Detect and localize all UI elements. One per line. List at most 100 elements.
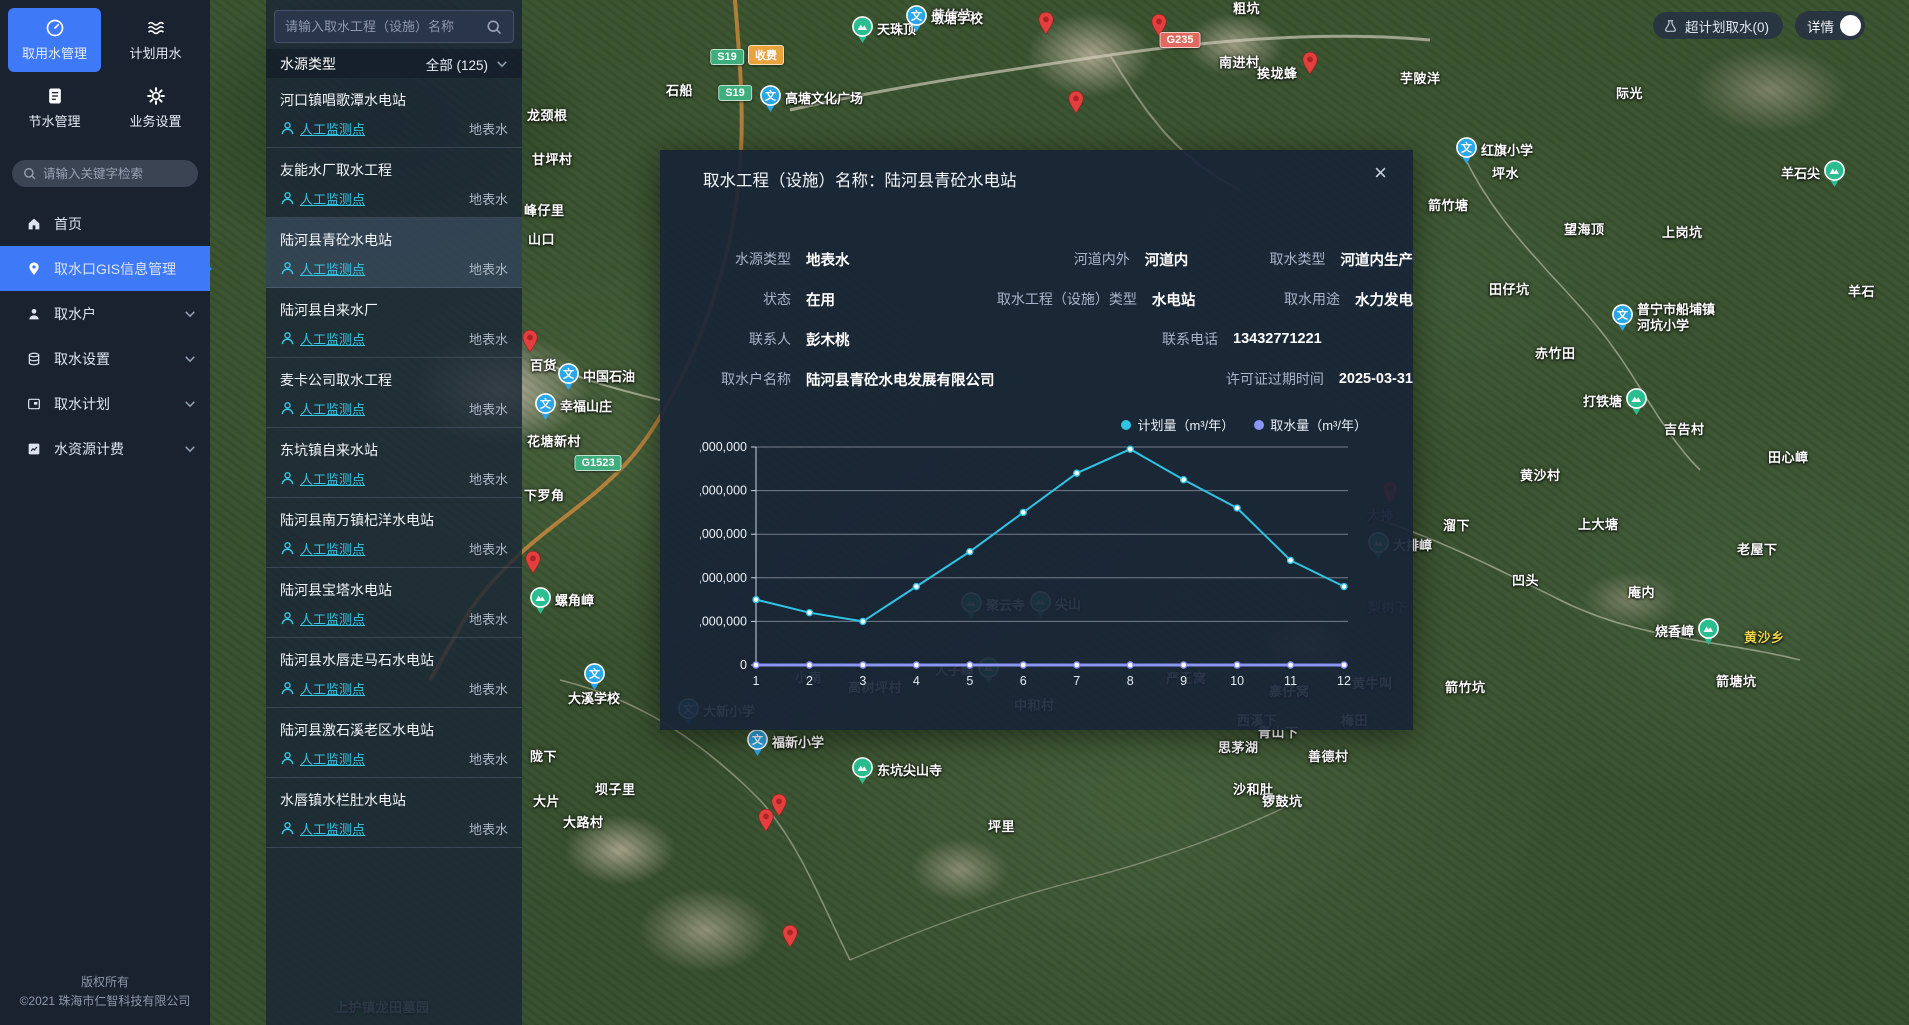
map-place-label: 田仔坑	[1489, 282, 1530, 298]
detail-toggle[interactable]: 详情	[1795, 11, 1865, 40]
map-poi-school[interactable]: 文中国石油	[557, 363, 635, 391]
monitor-type-link[interactable]: 人工监测点	[300, 469, 365, 488]
svg-text:4,000,000: 4,000,000	[700, 484, 747, 498]
over-plan-intake-button[interactable]: 超计划取水(0)	[1653, 12, 1783, 39]
map-pin-station[interactable]	[521, 329, 539, 358]
station-list-item[interactable]: 东坑镇自来水站人工监测点地表水	[266, 428, 522, 498]
module-meter[interactable]: 取用水管理	[8, 8, 101, 72]
svg-text:文: 文	[765, 89, 777, 103]
map-place-label: 田心嶂	[1768, 450, 1809, 466]
station-list-item[interactable]: 麦卡公司取水工程人工监测点地表水	[266, 358, 522, 428]
station-list-item[interactable]: 水唇镇水栏肚水电站人工监测点地表水	[266, 778, 522, 848]
search-icon[interactable]	[485, 18, 503, 36]
map-poi-school[interactable]: 文墩塘学校	[905, 5, 983, 33]
module-waves[interactable]: 计划用水	[109, 8, 202, 72]
module-notebook[interactable]: 节水管理	[8, 76, 101, 140]
map-pin-station[interactable]	[524, 550, 542, 579]
field-value: 在用	[806, 289, 835, 310]
sidebar-item[interactable]: 取水设置	[0, 336, 210, 381]
flask-icon	[1663, 18, 1678, 34]
person-icon	[280, 611, 295, 626]
source-type-filter[interactable]: 水源类型 全部 (125)	[266, 49, 522, 78]
monitor-type-link[interactable]: 人工监测点	[300, 819, 365, 838]
poi-label: 打铁塘	[1583, 394, 1622, 410]
map-poi-nature[interactable]: 打铁塘	[1583, 388, 1648, 416]
copyright-footer: 版权所有 ©2021 珠海市仁智科技有限公司	[0, 963, 210, 1025]
map-place-label: 甘坪村	[532, 152, 573, 168]
map-poi-school[interactable]: 文高塘文化广场	[759, 85, 863, 113]
module-gear[interactable]: 业务设置	[109, 76, 202, 140]
chevron-down-icon[interactable]	[184, 400, 196, 408]
station-name: 陆河县激石溪老区水电站	[280, 720, 508, 740]
monitor-type-link[interactable]: 人工监测点	[300, 329, 365, 348]
map-poi-nature[interactable]: 羊石尖	[1781, 160, 1846, 188]
map-pin-station[interactable]	[1067, 90, 1085, 119]
map-poi-nature[interactable]: 螺角嶂	[529, 587, 594, 615]
map-poi-school[interactable]: 文福新小学	[746, 729, 824, 757]
map-pin-station[interactable]	[757, 808, 775, 837]
billing-icon	[26, 441, 42, 457]
station-list-item[interactable]: 陆河县宝塔水电站人工监测点地表水	[266, 568, 522, 638]
map-pin-station[interactable]	[1301, 51, 1319, 80]
sidebar: 取用水管理计划用水节水管理业务设置 首页取水口GIS信息管理取水户取水设置取水计…	[0, 0, 210, 1025]
station-search-box[interactable]	[274, 10, 514, 43]
school-pin-icon: 文	[746, 729, 769, 757]
monitor-type-link[interactable]: 人工监测点	[300, 749, 365, 768]
chevron-down-icon[interactable]	[496, 60, 508, 68]
chevron-down-icon[interactable]	[184, 310, 196, 318]
station-list-item[interactable]: 陆河县水唇走马石水电站人工监测点地表水	[266, 638, 522, 708]
monitor-type-link[interactable]: 人工监测点	[300, 539, 365, 558]
map-poi-nature[interactable]: 东坑尖山寺	[851, 757, 942, 785]
monitor-type-link[interactable]: 人工监测点	[300, 609, 365, 628]
svg-text:文: 文	[540, 397, 552, 411]
filter-value[interactable]: 全部 (125)	[426, 54, 488, 74]
monitor-type-link[interactable]: 人工监测点	[300, 259, 365, 278]
map-poi-nature[interactable]: 烧香嶂	[1655, 618, 1720, 646]
station-list-item[interactable]: 陆河县青砼水电站人工监测点地表水	[266, 218, 522, 288]
notebook-icon	[45, 86, 65, 106]
monitor-type-link[interactable]: 人工监测点	[300, 189, 365, 208]
chevron-down-icon[interactable]	[184, 355, 196, 363]
map-pin-station[interactable]	[1037, 11, 1055, 40]
station-list-item[interactable]: 陆河县激石溪老区水电站人工监测点地表水	[266, 708, 522, 778]
map-place-label: 坝子里	[595, 782, 636, 798]
sidebar-search-input[interactable]	[43, 167, 193, 181]
detail-label: 详情	[1807, 16, 1834, 36]
map-poi-school[interactable]: 文普宁市船埔镇 河坑小学	[1611, 302, 1715, 335]
svg-text:5: 5	[966, 674, 973, 688]
station-list-item[interactable]: 友能水厂取水工程人工监测点地表水	[266, 148, 522, 218]
monitor-type-link[interactable]: 人工监测点	[300, 399, 365, 418]
sidebar-item[interactable]: 取水户	[0, 291, 210, 336]
sidebar-item[interactable]: 水资源计费	[0, 426, 210, 471]
station-list-item[interactable]: 河口镇唱歌潭水电站人工监测点地表水	[266, 78, 522, 148]
map-poi-school[interactable]: 文大溪学校	[568, 663, 620, 707]
map-place-label: 坪水	[1492, 166, 1519, 182]
map-poi-school[interactable]: 文幸福山庄	[534, 393, 612, 421]
map-pin-station[interactable]	[781, 924, 799, 953]
sidebar-item[interactable]: 取水计划	[0, 381, 210, 426]
station-list-item[interactable]: 陆河县南万镇杞洋水电站人工监测点地表水	[266, 498, 522, 568]
map-place-label: 山口	[528, 232, 555, 248]
close-icon[interactable]: ×	[1374, 162, 1387, 184]
field-row: 联系人彭木桃联系电话13432771221	[660, 319, 1413, 359]
station-name: 麦卡公司取水工程	[280, 370, 508, 390]
svg-text:5,000,000: 5,000,000	[700, 440, 747, 454]
mountain-pin-icon	[851, 16, 874, 44]
chevron-down-icon[interactable]	[184, 445, 196, 453]
toggle-knob[interactable]	[1840, 15, 1861, 36]
station-list-item[interactable]: 陆河县自来水厂人工监测点地表水	[266, 288, 522, 358]
map-poi-school[interactable]: 文红旗小学	[1455, 137, 1533, 165]
sidebar-search-box[interactable]	[12, 160, 198, 187]
map-place-label: 思茅湖	[1218, 740, 1259, 756]
monitor-type-link[interactable]: 人工监测点	[300, 119, 365, 138]
monitor-type-link[interactable]: 人工监测点	[300, 679, 365, 698]
person-icon	[280, 261, 295, 276]
map-place-label: 龙颈根	[527, 108, 568, 124]
poi-label: 大溪学校	[568, 691, 620, 707]
road-badge: 收费	[748, 45, 784, 65]
sidebar-item[interactable]: 首页	[0, 201, 210, 246]
sidebar-item[interactable]: 取水口GIS信息管理	[0, 246, 210, 291]
station-search-input[interactable]	[285, 19, 485, 34]
svg-text:8: 8	[1127, 674, 1134, 688]
person-icon	[280, 401, 295, 416]
